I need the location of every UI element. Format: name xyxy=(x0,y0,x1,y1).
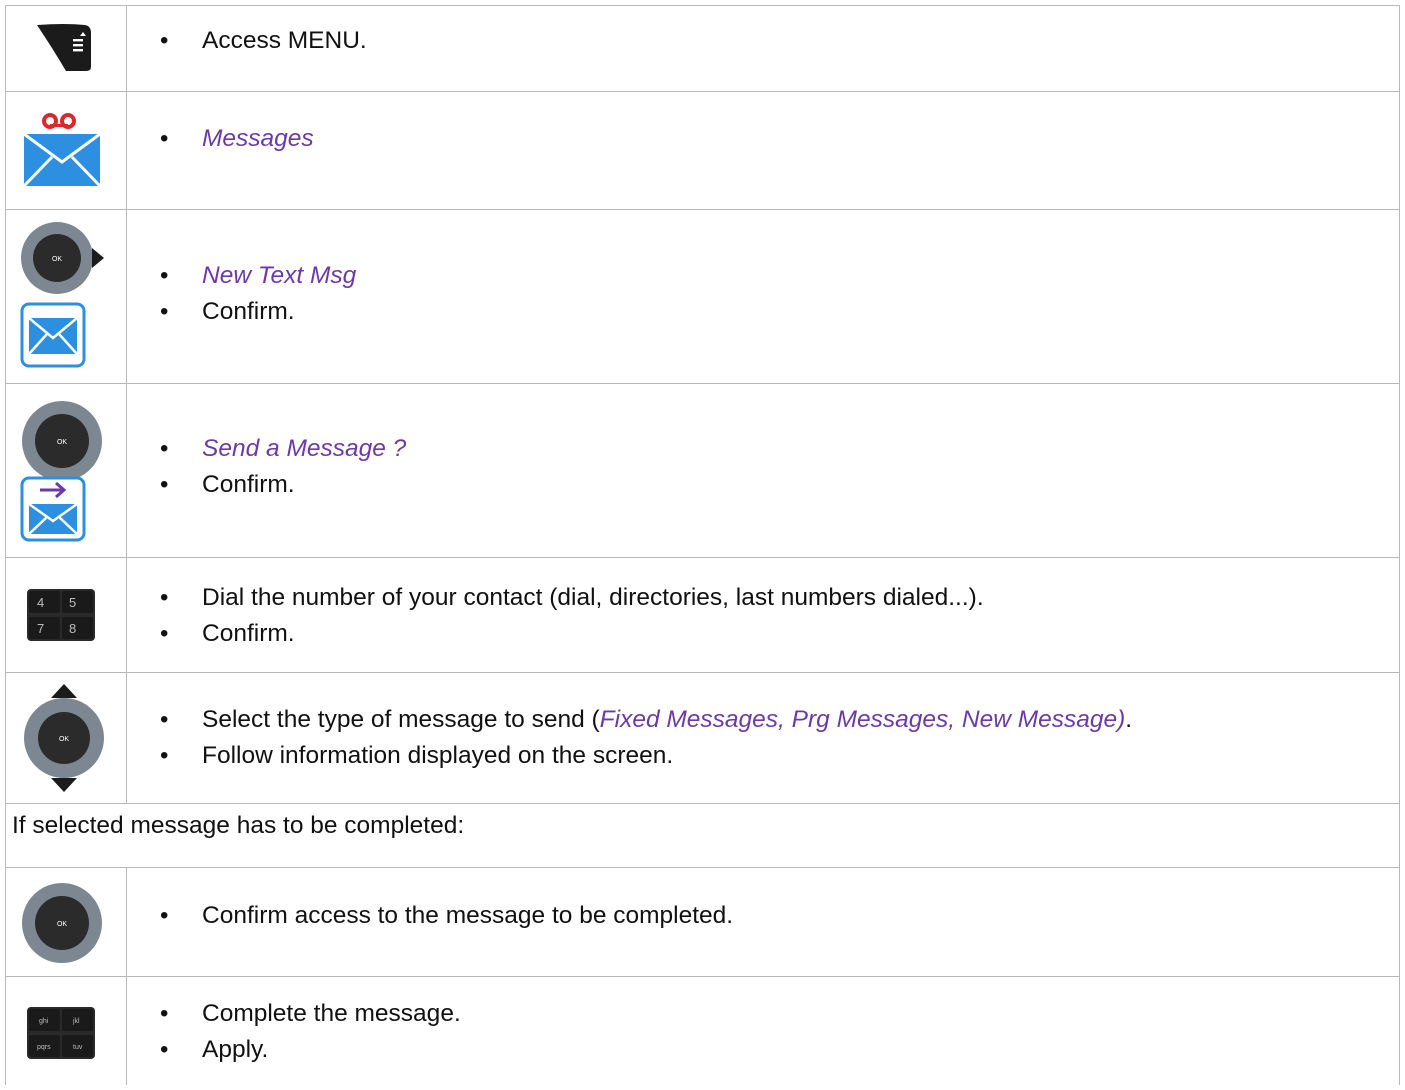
step-list: Complete the message. Apply. xyxy=(160,996,461,1068)
list-item: Select the type of message to send (Fixe… xyxy=(160,702,1132,738)
text-cell: Access MENU. xyxy=(126,5,1400,92)
list-item: Confirm. xyxy=(160,616,984,652)
icon-cell: OK xyxy=(5,209,127,384)
step-list: Select the type of message to send (Fixe… xyxy=(160,702,1132,774)
text-cell: Dial the number of your contact (dial, d… xyxy=(126,557,1400,673)
text-cell: Confirm access to the message to be comp… xyxy=(126,867,1400,977)
list-item: Confirm access to the message to be comp… xyxy=(160,898,733,934)
send-message-envelope-icon xyxy=(20,476,86,542)
list-item: Dial the number of your contact (dial, d… xyxy=(160,580,984,616)
table-row: OK New Text Msg Confirm. xyxy=(5,209,1400,384)
key-label: jkl xyxy=(72,1018,80,1025)
ok-label: OK xyxy=(59,736,69,743)
menu-item-label: Fixed Messages, Prg Messages, New Messag… xyxy=(599,706,1126,733)
icon-cell xyxy=(5,5,127,92)
table-row: OK Select the type of message to send (F… xyxy=(5,672,1400,804)
key-label: 5 xyxy=(69,595,76,610)
menu-key-icon xyxy=(37,24,91,71)
voicemail-envelope-icon xyxy=(22,113,102,188)
menu-item-label: Send a Message ? xyxy=(202,435,407,462)
step-list: New Text Msg Confirm. xyxy=(160,258,356,330)
key-label: ghi xyxy=(39,1018,49,1025)
key-label: 4 xyxy=(37,595,44,610)
step-list: Access MENU. xyxy=(160,23,367,59)
alpha-keypad-icon: ghi jkl pqrs tuv xyxy=(27,1007,95,1059)
table-row: If selected message has to be completed: xyxy=(5,803,1400,868)
text-cell: Complete the message. Apply. xyxy=(126,976,1400,1085)
list-item: Confirm. xyxy=(160,467,406,503)
instruction-text: Select the type of message to send ( xyxy=(202,706,600,733)
list-item: Send a Message ? xyxy=(160,431,406,467)
menu-item-label: Messages xyxy=(202,125,314,152)
ok-navigator-icon: OK xyxy=(22,401,102,481)
icon-cell: OK xyxy=(5,867,127,977)
icon-cell: OK xyxy=(5,672,127,804)
instruction-table: Access MENU. Messages xyxy=(5,5,1400,1085)
table-row: ghi jkl pqrs tuv Complete the message. A… xyxy=(5,976,1400,1085)
table-row: Messages xyxy=(5,91,1400,210)
text-cell: Messages xyxy=(126,91,1400,210)
table-row: Access MENU. xyxy=(5,5,1400,92)
step-list: Dial the number of your contact (dial, d… xyxy=(160,580,984,652)
text-cell: Select the type of message to send (Fixe… xyxy=(126,672,1400,804)
key-label: 7 xyxy=(37,621,44,636)
table-row: OK Send a Message ? Confirm. xyxy=(5,383,1400,558)
ok-navigator-icon: OK xyxy=(22,883,102,963)
numeric-keypad-icon: 4 5 7 8 xyxy=(27,589,95,641)
key-label: tuv xyxy=(73,1044,83,1051)
icon-cell: 4 5 7 8 xyxy=(5,557,127,673)
step-list: Send a Message ? Confirm. xyxy=(160,431,406,503)
ok-label: OK xyxy=(52,256,62,263)
list-item: Access MENU. xyxy=(160,23,367,59)
list-item: Confirm. xyxy=(160,294,356,330)
navigator-up-down-icon: OK xyxy=(24,684,104,792)
table-row: OK Confirm access to the message to be c… xyxy=(5,867,1400,977)
key-label: 8 xyxy=(69,621,76,636)
list-item: Follow information displayed on the scre… xyxy=(160,738,1132,774)
text-cell: New Text Msg Confirm. xyxy=(126,209,1400,384)
text-message-envelope-icon xyxy=(20,302,86,368)
menu-item-label: New Text Msg xyxy=(202,262,357,289)
ok-label: OK xyxy=(57,439,67,446)
text-cell: Send a Message ? Confirm. xyxy=(126,383,1400,558)
key-label: pqrs xyxy=(37,1044,51,1051)
table-row: 4 5 7 8 Dial the number of your contact … xyxy=(5,557,1400,673)
list-item: Apply. xyxy=(160,1032,461,1068)
step-list: Messages xyxy=(160,121,314,157)
section-note: If selected message has to be completed: xyxy=(12,812,465,839)
list-item: Messages xyxy=(160,121,314,157)
list-item: Complete the message. xyxy=(160,996,461,1032)
section-note-cell: If selected message has to be completed: xyxy=(5,803,1400,868)
list-item: New Text Msg xyxy=(160,258,356,294)
icon-cell: OK xyxy=(5,383,127,558)
icon-cell xyxy=(5,91,127,210)
step-list: Confirm access to the message to be comp… xyxy=(160,898,733,934)
instruction-text: . xyxy=(1125,706,1133,733)
icon-cell: ghi jkl pqrs tuv xyxy=(5,976,127,1085)
navigator-right-icon: OK xyxy=(21,222,104,294)
ok-label: OK xyxy=(57,921,67,928)
